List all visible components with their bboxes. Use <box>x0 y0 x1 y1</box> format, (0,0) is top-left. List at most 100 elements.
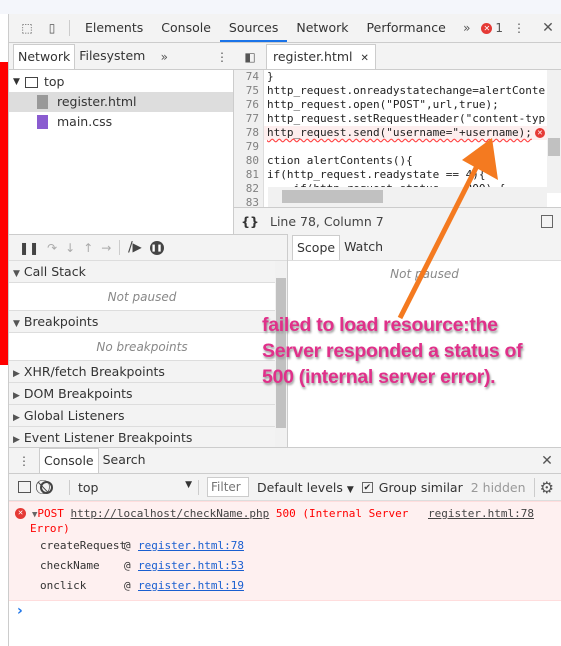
error-marker-icon: ✕ <box>534 128 545 138</box>
line-number[interactable]: 83 <box>234 196 264 207</box>
code-text: } <box>267 70 274 83</box>
drawer-tab-search[interactable]: Search <box>99 448 150 473</box>
line-number[interactable]: 75 <box>234 84 264 98</box>
line-number[interactable]: 78 <box>234 126 264 140</box>
nav-tab-network[interactable]: Network <box>13 44 76 69</box>
kebab-menu-icon[interactable]: ⋮ <box>503 21 535 35</box>
step-out-icon[interactable]: ↑ <box>83 241 93 255</box>
toggle-navigator-icon[interactable]: ◧ <box>234 44 266 69</box>
section-header[interactable]: ▶ Global Listeners <box>9 405 275 427</box>
drawer-menu-icon[interactable]: ⋮ <box>9 448 39 473</box>
tab-sources[interactable]: Sources <box>219 14 288 42</box>
line-number[interactable]: 81 <box>234 168 264 182</box>
error-counter[interactable]: ✕ 1 <box>481 21 503 35</box>
tree-item-top[interactable]: ▼ top <box>9 72 233 92</box>
tab-elements[interactable]: Elements <box>76 14 152 42</box>
inspect-element-icon[interactable]: ⬚ <box>13 21 41 35</box>
arrow-head <box>462 138 498 180</box>
settings-gear-icon[interactable]: ⚙ <box>533 477 554 497</box>
clear-console-icon[interactable] <box>40 480 53 494</box>
section-label: Breakpoints <box>23 314 99 329</box>
devtools-main-toolbar: ⬚ ▯ Elements Console Sources Network Per… <box>9 14 561 43</box>
expanded-arrow-icon: ▼ <box>13 319 20 329</box>
collapsed-arrow-icon: ▶ <box>13 413 20 423</box>
vertical-scrollbar[interactable] <box>547 70 561 193</box>
step-into-icon[interactable]: ↓ <box>65 241 75 255</box>
css-file-icon <box>37 115 48 129</box>
section-header[interactable]: ▶ XHR/fetch Breakpoints <box>9 361 275 383</box>
toggle-drawer-icon[interactable] <box>541 214 553 228</box>
more-tabs-icon[interactable]: » <box>149 44 179 69</box>
frame-location-link[interactable]: register.html:53 <box>138 559 244 579</box>
kebab-menu-icon[interactable]: ⋮ <box>210 44 234 69</box>
section-label: DOM Breakpoints <box>23 386 133 401</box>
code-line[interactable]: 74} <box>234 70 547 84</box>
close-tab-icon[interactable]: ✕ <box>361 53 369 64</box>
error-icon: ✕ <box>15 508 26 519</box>
dropdown-arrow-icon: ▼ <box>346 484 354 495</box>
pretty-print-icon[interactable]: {} <box>234 214 266 229</box>
code-line[interactable]: 77 http_request.setRequestHeader("content… <box>234 112 547 126</box>
code-line[interactable]: 75 http_request.onreadystatechange=alertC… <box>234 84 547 98</box>
page-red-strip <box>0 62 8 365</box>
tab-console[interactable]: Console <box>152 14 220 42</box>
frame-location-link[interactable]: register.html:19 <box>138 579 244 599</box>
section-header[interactable]: ▶ Event Listener Breakpoints <box>9 427 275 449</box>
line-number[interactable]: 76 <box>234 98 264 112</box>
show-sidebar-icon[interactable] <box>18 481 31 493</box>
stack-frame: createRequest @ register.html:78 <box>40 539 244 559</box>
tab-network[interactable]: Network <box>287 14 357 42</box>
close-icon[interactable]: ✕ <box>535 20 561 36</box>
error-count: 1 <box>495 21 503 35</box>
group-similar-checkbox[interactable]: ✔ <box>361 481 373 493</box>
frame-at: @ <box>124 559 131 572</box>
device-toolbar-icon[interactable]: ▯ <box>41 21 63 35</box>
console-prompt[interactable]: › <box>17 603 23 619</box>
pause-on-exceptions-icon[interactable]: ❚❚ <box>149 240 164 255</box>
tree-label: register.html <box>57 94 137 109</box>
section-header[interactable]: ▼ Breakpoints <box>9 311 275 333</box>
editor-tabs: ◧ register.html ✕ <box>234 43 561 70</box>
collapsed-arrow-icon: ▶ <box>13 391 20 401</box>
code-line[interactable]: 76 http_request.open("POST",url,true); <box>234 98 547 112</box>
error-message: 500 (Internal Server <box>275 507 409 520</box>
error-source-link[interactable]: register.html:78 <box>428 507 534 520</box>
more-tabs-icon[interactable]: » <box>455 21 479 35</box>
line-number[interactable]: 82 <box>234 182 264 196</box>
frame-function: createRequest <box>40 539 127 552</box>
arrow-shaft <box>397 158 483 320</box>
close-drawer-icon[interactable]: ✕ <box>533 448 561 473</box>
section-header[interactable]: ▶ DOM Breakpoints <box>9 383 275 405</box>
section-label: Global Listeners <box>23 408 125 423</box>
editor-tab-register-html[interactable]: register.html ✕ <box>266 44 376 69</box>
drawer-tabs: ⋮ Console Search ✕ <box>9 447 561 474</box>
error-text[interactable]: ▼POST http://localhost/checkName.php 500… <box>30 507 412 536</box>
drawer-tab-console[interactable]: Console <box>39 448 99 473</box>
section-header[interactable]: ▼ Call Stack <box>9 261 275 283</box>
deactivate-breakpoints-icon[interactable]: ⧸▶ <box>119 240 142 255</box>
levels-label: Default levels <box>257 479 343 495</box>
step-icon[interactable]: → <box>101 241 111 255</box>
console-toolbar: ⃠ top ▼ Default levels ▼ ✔ Group similar… <box>9 474 561 501</box>
tree-item-main-css[interactable]: main.css <box>9 112 233 132</box>
error-message-cont: Error) <box>30 522 70 535</box>
frame-function: checkName <box>40 559 100 572</box>
tab-performance[interactable]: Performance <box>358 14 455 42</box>
filter-input[interactable] <box>207 477 249 497</box>
group-similar-label: Group similar <box>378 479 463 495</box>
file-tree: ▼ top register.html main.css <box>9 70 234 234</box>
frame-location-link[interactable]: register.html:78 <box>138 539 244 559</box>
step-over-icon[interactable]: ↷ <box>47 241 57 255</box>
frame-icon <box>25 76 38 88</box>
log-levels-dropdown[interactable]: Default levels ▼ <box>257 480 354 495</box>
error-url[interactable]: http://localhost/checkName.php <box>71 507 270 520</box>
line-number[interactable]: 80 <box>234 154 264 168</box>
context-select[interactable]: top ▼ <box>69 479 199 495</box>
tab-scope[interactable]: Scope <box>292 235 341 260</box>
nav-tab-filesystem[interactable]: Filesystem <box>75 44 149 69</box>
line-number[interactable]: 74 <box>234 70 264 84</box>
pause-icon[interactable]: ❚❚ <box>19 241 39 255</box>
tree-item-register-html[interactable]: register.html <box>9 92 233 112</box>
line-number[interactable]: 79 <box>234 140 264 154</box>
line-number[interactable]: 77 <box>234 112 264 126</box>
